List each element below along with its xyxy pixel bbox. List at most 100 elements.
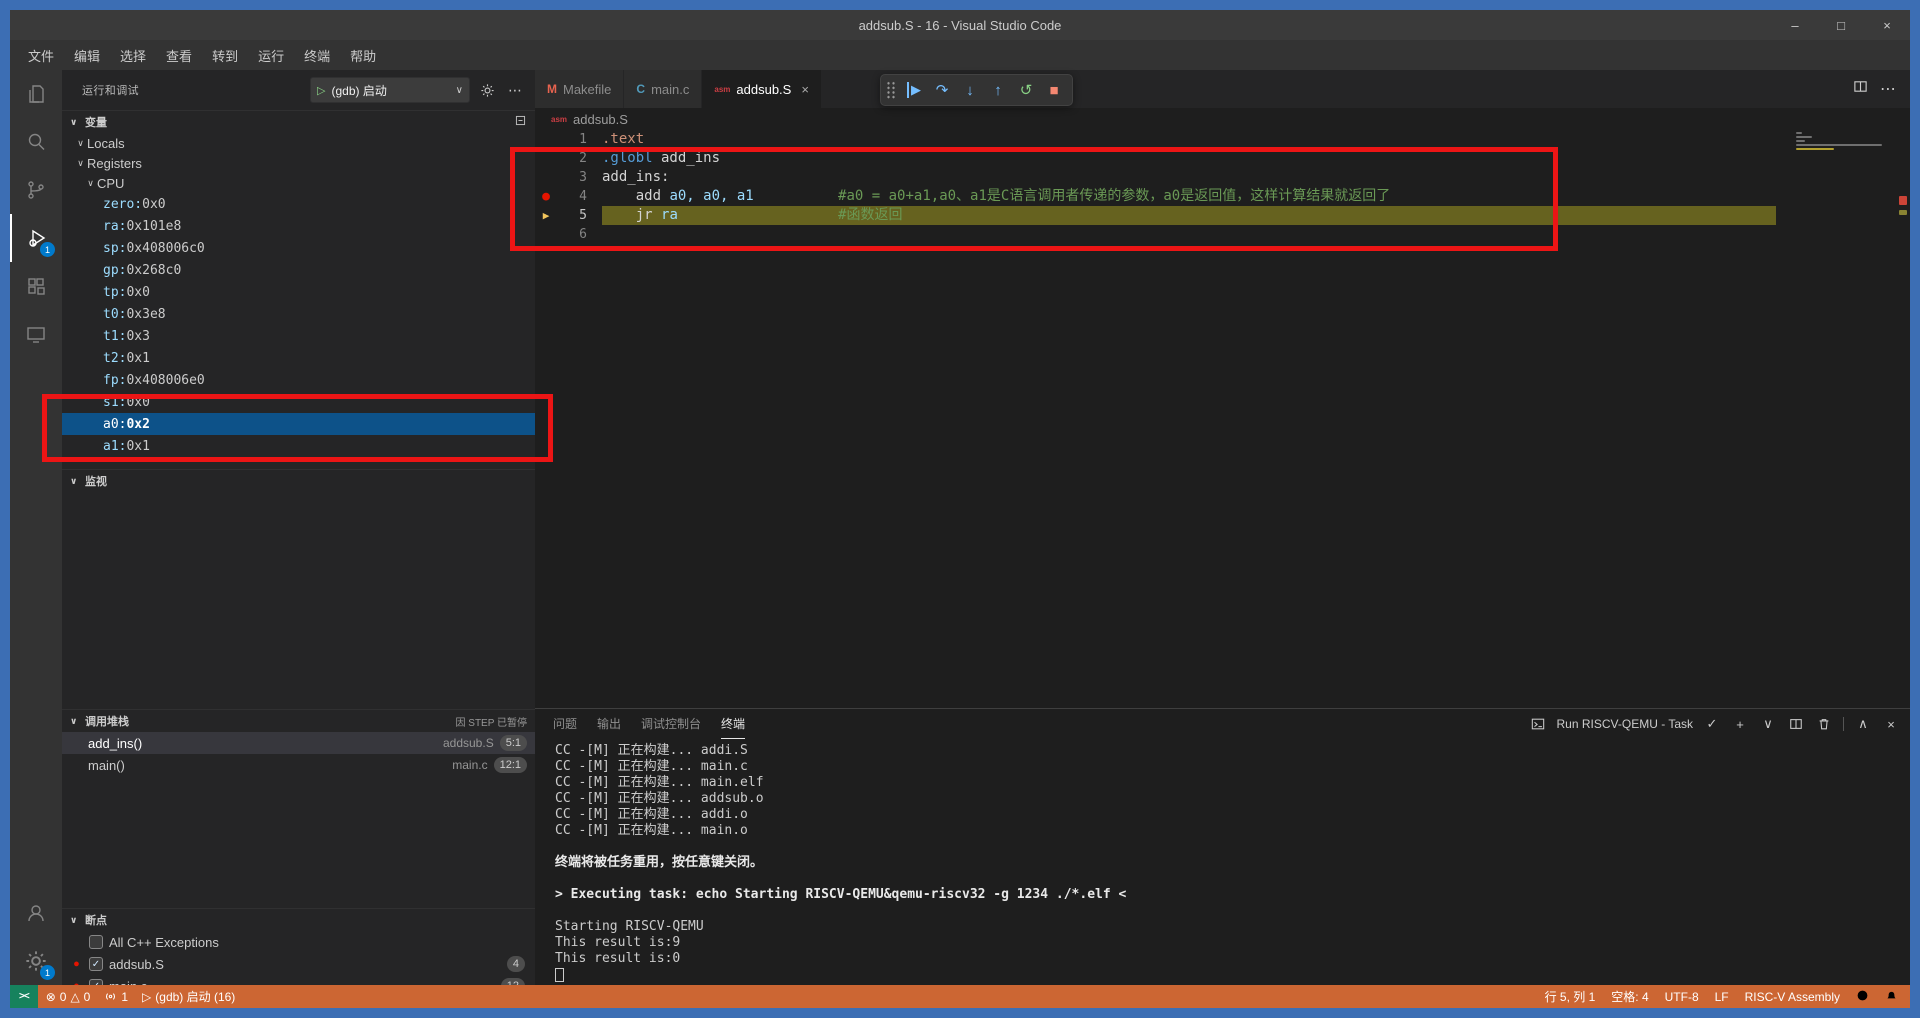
- breadcrumb[interactable]: asm addsub.S: [535, 108, 1910, 130]
- register-row-zero[interactable]: zero: 0x0: [62, 193, 535, 215]
- breakpoints-section-header[interactable]: ∨ 断点: [62, 909, 535, 931]
- activity-run-debug[interactable]: 1: [10, 214, 62, 262]
- breakpoint-checkbox[interactable]: ✓: [89, 957, 103, 971]
- maximize-panel-button[interactable]: ∧: [1854, 715, 1872, 733]
- register-value: 0x2: [126, 416, 150, 432]
- breakpoint-icon[interactable]: ●: [535, 187, 557, 206]
- split-terminal-button[interactable]: [1787, 715, 1805, 733]
- configure-gear-button[interactable]: [476, 79, 498, 101]
- menu-item-终端[interactable]: 终端: [294, 40, 340, 70]
- language-mode[interactable]: RISC-V Assembly: [1745, 990, 1840, 1004]
- activity-source-control[interactable]: [10, 166, 62, 214]
- register-row-t1[interactable]: t1: 0x3: [62, 325, 535, 347]
- terminal-dropdown-icon[interactable]: ∨: [1759, 715, 1777, 733]
- tab-addsub.S[interactable]: asm addsub.S ×: [702, 70, 822, 108]
- register-row-sp[interactable]: sp: 0x408006c0: [62, 237, 535, 259]
- close-button[interactable]: ×: [1864, 10, 1910, 40]
- scope-row-Registers[interactable]: ∨ Registers: [62, 153, 535, 173]
- activity-remote-explorer[interactable]: [10, 310, 62, 358]
- eol[interactable]: LF: [1715, 990, 1729, 1004]
- register-row-a0[interactable]: a0: 0x2: [62, 413, 535, 435]
- bell-icon[interactable]: [1885, 989, 1898, 1005]
- register-row-a1[interactable]: a1: 0x1: [62, 435, 535, 457]
- step-over-button[interactable]: ↷: [929, 77, 955, 103]
- more-actions-button[interactable]: ⋯: [504, 79, 526, 101]
- breakpoint-checkbox[interactable]: [89, 935, 103, 949]
- register-row-tp[interactable]: tp: 0x0: [62, 281, 535, 303]
- register-name: a1:: [103, 438, 127, 454]
- stack-frame[interactable]: main() main.c 12:1: [62, 754, 535, 776]
- menu-item-帮助[interactable]: 帮助: [340, 40, 386, 70]
- launch-config-dropdown[interactable]: ▷ (gdb) 启动 ∨: [310, 77, 470, 103]
- panel-tab-问题[interactable]: 问题: [553, 709, 577, 739]
- close-icon[interactable]: ×: [801, 82, 809, 97]
- continue-button[interactable]: ▶: [901, 77, 927, 103]
- bottom-panel: 问题 输出 调试控制台 终端 Run RISCV-QEMU - Task ✓ + ∨ …: [535, 708, 1910, 985]
- register-row-fp[interactable]: fp: 0x408006e0: [62, 369, 535, 391]
- kill-terminal-button[interactable]: [1815, 715, 1833, 733]
- activity-extensions[interactable]: [10, 262, 62, 310]
- step-into-button[interactable]: ↓: [957, 77, 983, 103]
- tab-label: Makefile: [563, 81, 612, 97]
- start-debug-icon[interactable]: ▷: [317, 84, 325, 97]
- code-token: add: [635, 188, 662, 204]
- close-panel-button[interactable]: ×: [1882, 715, 1900, 733]
- panel-tab-终端[interactable]: 终端: [721, 709, 746, 739]
- menu-item-查看[interactable]: 查看: [156, 40, 202, 70]
- watch-section-header[interactable]: ∨ 监视: [62, 470, 535, 492]
- stop-button[interactable]: ■: [1041, 77, 1067, 103]
- panel-tab-调试控制台[interactable]: 调试控制台: [641, 709, 701, 739]
- ports-indicator[interactable]: 1: [98, 985, 134, 1008]
- cursor-position[interactable]: 行 5, 列 1: [1545, 988, 1596, 1005]
- new-terminal-button[interactable]: +: [1731, 715, 1749, 733]
- terminal-output[interactable]: CC -[M] 正在构建... addi.S CC -[M] 正在构建... ma…: [535, 739, 1910, 985]
- code-text: add_ins:: [602, 169, 669, 185]
- indentation[interactable]: 空格: 4: [1611, 988, 1648, 1005]
- minimap[interactable]: [1796, 132, 1896, 708]
- more-actions-icon[interactable]: ⋯: [1880, 79, 1896, 99]
- breakpoint-label: main.c: [109, 979, 147, 986]
- register-row-gp[interactable]: gp: 0x268c0: [62, 259, 535, 281]
- tab-main.c[interactable]: Cmain.c: [624, 70, 703, 108]
- activity-settings[interactable]: 1: [10, 937, 62, 985]
- activity-search[interactable]: [10, 118, 62, 166]
- stack-frame[interactable]: add_ins() addsub.S 5:1: [62, 732, 535, 754]
- step-out-button[interactable]: ↑: [985, 77, 1011, 103]
- register-row-ra[interactable]: ra: 0x101e8: [62, 215, 535, 237]
- variables-section-header[interactable]: ∨ 变量: [62, 111, 535, 133]
- register-row-t2[interactable]: t2: 0x1: [62, 347, 535, 369]
- editor[interactable]: asm addsub.S 1 .text 2 .globl add_ins 3 add_i…: [535, 108, 1910, 708]
- menu-item-转到[interactable]: 转到: [202, 40, 248, 70]
- register-row-t0[interactable]: t0: 0x3e8: [62, 303, 535, 325]
- scope-row-Locals[interactable]: ∨ Locals: [62, 133, 535, 153]
- panel-tab-输出[interactable]: 输出: [597, 709, 621, 739]
- breakpoint-row[interactable]: ● ✓ addsub.S 4: [62, 953, 535, 975]
- collapse-all-icon[interactable]: [514, 114, 527, 130]
- encoding[interactable]: UTF-8: [1665, 990, 1699, 1004]
- remote-indicator[interactable]: ><: [10, 985, 38, 1008]
- register-row-s1[interactable]: s1: 0x0: [62, 391, 535, 413]
- activity-account[interactable]: [10, 889, 62, 937]
- scope-row-CPU[interactable]: ∨ CPU: [62, 173, 535, 193]
- terminal-task-label[interactable]: Run RISCV-QEMU - Task: [1557, 717, 1693, 731]
- split-editor-icon[interactable]: [1853, 79, 1868, 99]
- minimize-button[interactable]: –: [1772, 10, 1818, 40]
- overview-ruler[interactable]: [1896, 108, 1910, 708]
- breakpoint-checkbox[interactable]: ✓: [89, 979, 103, 985]
- restart-button[interactable]: ↺: [1013, 77, 1039, 103]
- menu-item-编辑[interactable]: 编辑: [64, 40, 110, 70]
- debug-session-indicator[interactable]: ▷ (gdb) 启动 (16): [136, 985, 241, 1008]
- call-stack-section-header[interactable]: ∨ 调用堆栈 因 STEP 已暂停: [62, 710, 535, 732]
- menu-item-运行[interactable]: 运行: [248, 40, 294, 70]
- drag-handle-icon[interactable]: [886, 81, 896, 99]
- feedback-icon[interactable]: [1856, 989, 1869, 1005]
- menu-item-文件[interactable]: 文件: [18, 40, 64, 70]
- breakpoint-row[interactable]: All C++ Exceptions: [62, 931, 535, 953]
- maximize-button[interactable]: □: [1818, 10, 1864, 40]
- menu-item-选择[interactable]: 选择: [110, 40, 156, 70]
- tab-Makefile[interactable]: M Makefile: [535, 70, 625, 108]
- breakpoint-row[interactable]: ● ✓ main.c 12: [62, 975, 535, 985]
- problems-indicator[interactable]: ⊗ 0 △ 0: [40, 985, 97, 1008]
- activity-explorer[interactable]: [10, 70, 62, 118]
- errors-icon: ⊗: [45, 989, 56, 1004]
